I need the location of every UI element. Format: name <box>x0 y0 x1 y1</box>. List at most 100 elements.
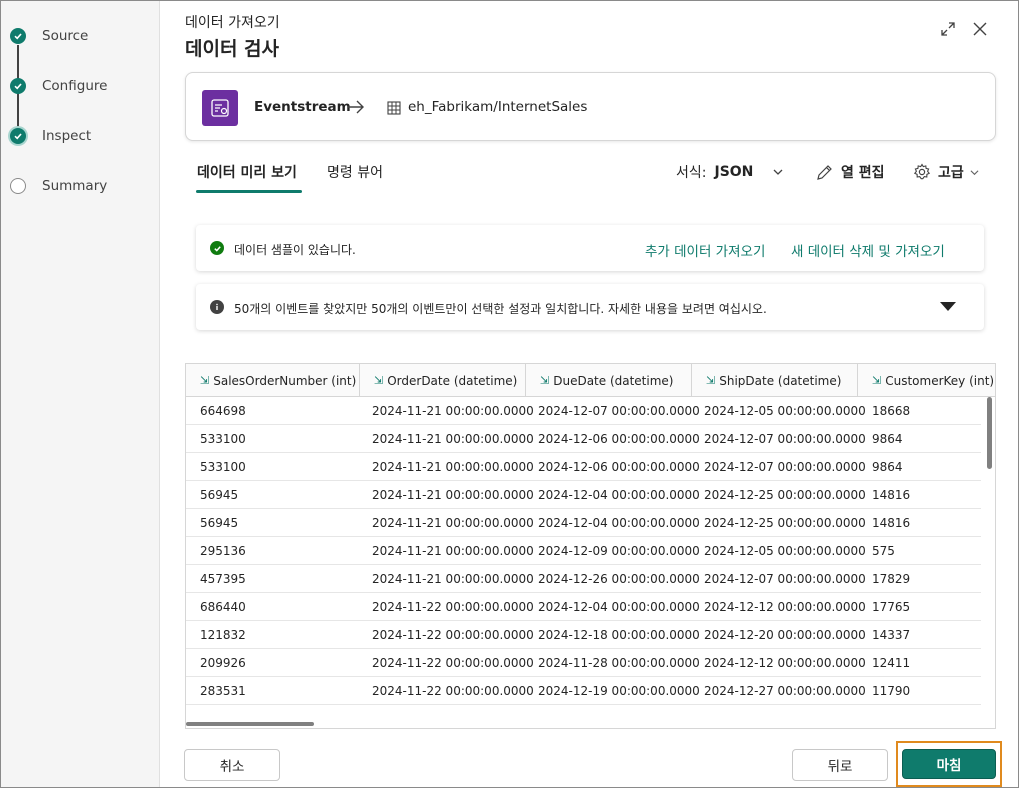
wizard-subtitle: 데이터 가져오기 <box>185 15 280 31</box>
check-icon <box>10 128 26 144</box>
table-row[interactable]: 533100 2024-11-21 00:00:00.0000 2024-12-06… <box>186 453 981 481</box>
back-button[interactable]: 뒤로 <box>792 749 888 781</box>
discard-and-get-new-link[interactable]: 새 데이터 삭제 및 가져오기 <box>791 240 945 260</box>
table-row[interactable]: 209926 2024-11-22 00:00:00.0000 2024-11-28… <box>186 649 981 677</box>
info-icon <box>210 300 224 314</box>
table-cell: 11790 <box>872 684 911 698</box>
table-cell: 2024-11-22 00:00:00.0000 <box>372 656 534 670</box>
table-cell: 664698 <box>200 404 246 418</box>
tab-data-preview[interactable]: 데이터 미리 보기 <box>197 162 297 182</box>
table-icon <box>387 101 401 115</box>
success-check-icon <box>210 241 224 255</box>
finish-highlight: 마침 <box>896 741 1002 787</box>
table-row[interactable]: 283531 2024-11-22 00:00:00.0000 2024-12-19… <box>186 677 981 705</box>
table-cell: 2024-12-27 00:00:00.0000 <box>704 684 866 698</box>
tab-command-viewer[interactable]: 명령 뷰어 <box>327 162 383 182</box>
table-cell: 2024-12-12 00:00:00.0000 <box>704 656 866 670</box>
step-summary[interactable]: Summary <box>1 174 159 198</box>
table-cell: 2024-12-07 00:00:00.0000 <box>704 432 866 446</box>
step-label: Summary <box>42 178 108 194</box>
table-row[interactable]: 533100 2024-11-21 00:00:00.0000 2024-12-06… <box>186 425 981 453</box>
gear-icon <box>913 163 931 180</box>
table-cell: 2024-11-21 00:00:00.0000 <box>372 432 534 446</box>
table-cell: 2024-12-07 00:00:00.0000 <box>704 572 866 586</box>
column-header[interactable]: ⇲ OrderDate (datetime) <box>360 364 526 397</box>
table-cell: 2024-12-04 00:00:00.0000 <box>538 488 700 502</box>
column-header[interactable]: ⇲ DueDate (datetime) <box>526 364 692 397</box>
table-cell: 2024-12-04 00:00:00.0000 <box>538 600 700 614</box>
column-type-icon: ⇲ <box>706 374 716 387</box>
finish-button[interactable]: 마침 <box>902 749 996 779</box>
source-name: Eventstream <box>254 99 351 115</box>
table-cell: 2024-12-05 00:00:00.0000 <box>704 404 866 418</box>
table-row[interactable]: 664698 2024-11-21 00:00:00.0000 2024-12-07… <box>186 397 981 425</box>
step-label: Source <box>42 28 89 44</box>
step-inspect[interactable]: Inspect <box>1 124 159 148</box>
table-cell: 533100 <box>200 460 246 474</box>
cancel-button[interactable]: 취소 <box>184 749 280 781</box>
table-cell: 533100 <box>200 432 246 446</box>
step-configure[interactable]: Configure <box>1 74 159 98</box>
table-cell: 2024-12-25 00:00:00.0000 <box>704 516 866 530</box>
table-cell: 2024-12-06 00:00:00.0000 <box>538 432 700 446</box>
advanced-dropdown[interactable]: 고급 <box>913 162 979 182</box>
table-cell: 9864 <box>872 432 903 446</box>
close-icon[interactable] <box>969 18 991 40</box>
chevron-down-icon <box>773 169 783 175</box>
table-cell: 14816 <box>872 488 911 502</box>
table-cell: 2024-11-21 00:00:00.0000 <box>372 544 534 558</box>
destination-table: eh_Fabrikam/InternetSales <box>408 99 588 115</box>
step-label: Inspect <box>42 128 92 144</box>
expand-icon[interactable] <box>937 18 959 40</box>
column-header[interactable]: ⇲ SalesOrderNumber (int) <box>186 364 360 397</box>
table-row[interactable]: 56945 2024-11-21 00:00:00.0000 2024-12-04 … <box>186 509 981 537</box>
table-row[interactable]: 457395 2024-11-21 00:00:00.0000 2024-12-26… <box>186 565 981 593</box>
pencil-icon <box>817 164 832 180</box>
table-cell: 283531 <box>200 684 246 698</box>
table-cell: 2024-11-22 00:00:00.0000 <box>372 628 534 642</box>
step-source[interactable]: Source <box>1 24 159 48</box>
check-icon <box>10 78 26 94</box>
table-header: ⇲ SalesOrderNumber (int) ⇲ OrderDate (da… <box>186 364 995 397</box>
circle-icon <box>10 178 26 194</box>
horizontal-scroll-thumb[interactable] <box>186 722 314 726</box>
table-row[interactable]: 686440 2024-11-22 00:00:00.0000 2024-12-04… <box>186 593 981 621</box>
table-row[interactable]: 121832 2024-11-22 00:00:00.0000 2024-12-18… <box>186 621 981 649</box>
arrow-right-icon <box>348 100 364 114</box>
page-title: 데이터 검사 <box>185 38 280 60</box>
table-cell: 17829 <box>872 572 911 586</box>
table-cell: 209926 <box>200 656 246 670</box>
table-row[interactable]: 56945 2024-11-21 00:00:00.0000 2024-12-04 … <box>186 481 981 509</box>
source-card: Eventstream eh_Fabrikam/InternetSales <box>185 72 996 141</box>
table-cell: 14337 <box>872 628 911 642</box>
advanced-label: 고급 <box>938 165 964 181</box>
chevron-down-icon <box>970 169 979 175</box>
column-type-icon: ⇲ <box>200 374 210 387</box>
table-cell: 2024-12-09 00:00:00.0000 <box>538 544 700 558</box>
table-cell: 2024-11-22 00:00:00.0000 <box>372 600 534 614</box>
events-info-message: 50개의 이벤트를 찾았지만 50개의 이벤트만이 선택한 설정과 일치합니다.… <box>196 284 984 330</box>
vertical-scrollbar[interactable] <box>987 397 993 727</box>
column-header[interactable]: ⇲ CustomerKey (int) <box>858 364 995 397</box>
table-cell: 18668 <box>872 404 911 418</box>
get-more-data-link[interactable]: 추가 데이터 가져오기 <box>645 240 765 260</box>
caret-down-icon[interactable] <box>940 302 956 311</box>
table-cell: 2024-12-26 00:00:00.0000 <box>538 572 700 586</box>
data-preview-table: ⇲ SalesOrderNumber (int) ⇲ OrderDate (da… <box>185 363 996 729</box>
table-cell: 2024-12-07 00:00:00.0000 <box>704 460 866 474</box>
table-cell: 56945 <box>200 488 239 502</box>
column-header[interactable]: ⇲ ShipDate (datetime) <box>692 364 858 397</box>
table-cell: 2024-12-12 00:00:00.0000 <box>704 600 866 614</box>
format-dropdown[interactable]: 서식: JSON <box>676 162 783 182</box>
table-cell: 14816 <box>872 516 911 530</box>
check-icon <box>10 28 26 44</box>
success-text: 데이터 샘플이 있습니다. <box>234 243 356 257</box>
sample-available-message: 데이터 샘플이 있습니다. 추가 데이터 가져오기 새 데이터 삭제 및 가져오… <box>196 225 984 271</box>
table-row[interactable]: 295136 2024-11-21 00:00:00.0000 2024-12-09… <box>186 537 981 565</box>
table-cell: 2024-12-05 00:00:00.0000 <box>704 544 866 558</box>
edit-columns-button[interactable]: 열 편집 <box>816 162 885 182</box>
edit-columns-label: 열 편집 <box>841 165 885 181</box>
table-cell: 2024-11-28 00:00:00.0000 <box>538 656 700 670</box>
table-cell: 2024-12-25 00:00:00.0000 <box>704 488 866 502</box>
vertical-scroll-thumb[interactable] <box>987 397 992 469</box>
